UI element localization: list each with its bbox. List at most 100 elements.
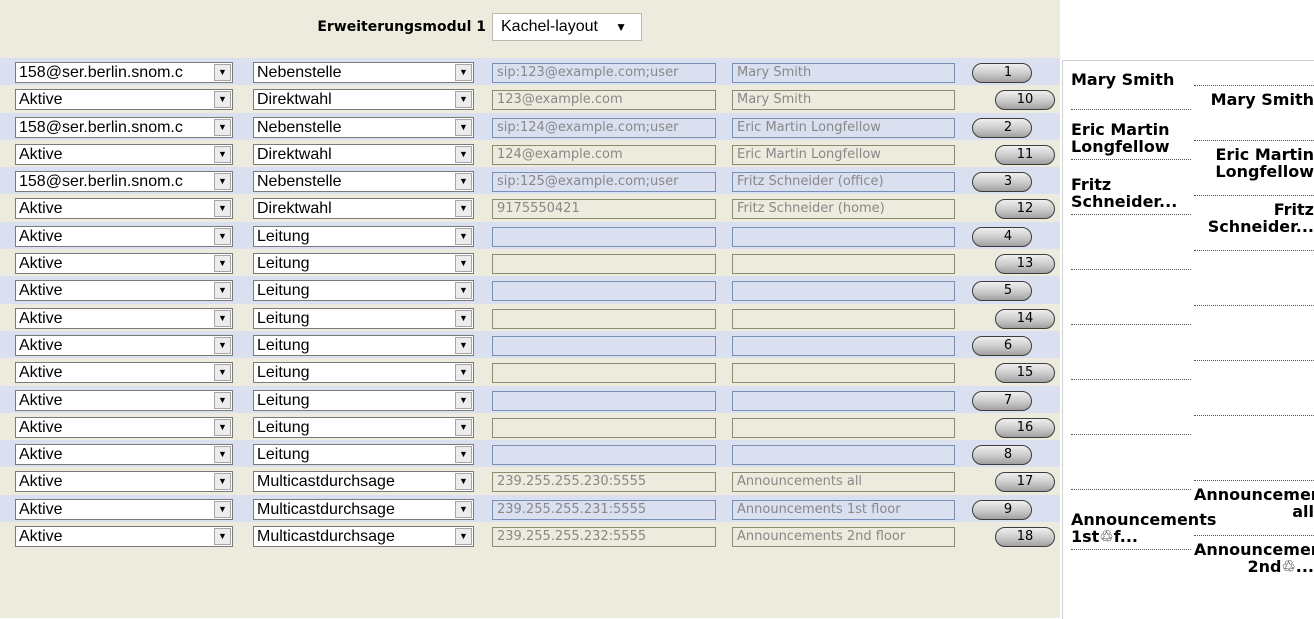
type-select[interactable]: Leitung ▼ xyxy=(253,280,474,302)
type-select-value: Nebenstelle xyxy=(257,64,342,81)
key-button[interactable]: 17 xyxy=(995,472,1055,493)
type-select[interactable]: Leitung ▼ xyxy=(253,307,474,329)
chevron-down-icon: ▼ xyxy=(214,336,231,354)
number-field[interactable]: sip:123@example.com;user xyxy=(492,63,716,83)
number-field[interactable] xyxy=(492,335,716,356)
number-field[interactable]: 124@example.com xyxy=(492,144,716,165)
account-select[interactable]: Aktive ▼ xyxy=(15,307,233,329)
number-field[interactable] xyxy=(492,417,716,438)
type-select[interactable]: Leitung ▼ xyxy=(253,444,474,466)
number-field[interactable] xyxy=(492,390,716,411)
number-field[interactable] xyxy=(492,281,716,302)
label-field[interactable] xyxy=(732,308,955,329)
label-field[interactable]: Fritz Schneider (home) xyxy=(732,199,955,220)
label-field[interactable]: Mary Smith xyxy=(732,90,955,111)
account-select[interactable]: Aktive ▼ xyxy=(15,198,233,220)
account-select[interactable]: Aktive ▼ xyxy=(15,389,233,411)
key-button[interactable]: 7 xyxy=(972,390,1032,411)
key-button[interactable]: 5 xyxy=(972,281,1032,302)
layout-select[interactable]: Kachel-layout ▼ xyxy=(492,13,642,41)
account-select[interactable]: Aktive ▼ xyxy=(15,143,233,165)
key-button[interactable]: 8 xyxy=(972,445,1032,466)
type-select[interactable]: Direktwahl ▼ xyxy=(253,143,474,165)
label-field[interactable] xyxy=(732,363,955,384)
key-button[interactable]: 13 xyxy=(995,254,1055,275)
key-button[interactable]: 14 xyxy=(995,308,1055,329)
type-select[interactable]: Leitung ▼ xyxy=(253,362,474,384)
key-button[interactable]: 6 xyxy=(972,335,1032,356)
key-button[interactable]: 4 xyxy=(972,226,1032,247)
label-field[interactable] xyxy=(732,445,955,466)
number-field[interactable] xyxy=(492,308,716,329)
account-select[interactable]: 158@ser.berlin.snom.c ▼ xyxy=(15,62,233,83)
type-select[interactable]: Leitung ▼ xyxy=(253,389,474,411)
type-select[interactable]: Multicastdurchsage ▼ xyxy=(253,471,474,493)
label-field[interactable]: Announcements 2nd floor xyxy=(732,527,955,548)
label-field[interactable] xyxy=(732,254,955,275)
key-button[interactable]: 11 xyxy=(995,144,1055,165)
account-select[interactable]: Aktive ▼ xyxy=(15,416,233,438)
account-select[interactable]: Aktive ▼ xyxy=(15,362,233,384)
label-field[interactable] xyxy=(732,281,955,302)
number-field[interactable] xyxy=(492,254,716,275)
account-select[interactable]: Aktive ▼ xyxy=(15,471,233,493)
label-field[interactable]: Announcements all xyxy=(732,472,955,493)
key-button[interactable]: 3 xyxy=(972,172,1032,193)
number-field[interactable]: 239.255.255.232:5555 xyxy=(492,527,716,548)
account-select[interactable]: 158@ser.berlin.snom.c ▼ xyxy=(15,116,233,138)
type-select[interactable]: Leitung ▼ xyxy=(253,225,474,247)
type-select[interactable]: Direktwahl ▼ xyxy=(253,89,474,111)
key-button[interactable]: 10 xyxy=(995,90,1055,111)
label-field[interactable] xyxy=(732,226,955,247)
label-field[interactable] xyxy=(732,417,955,438)
account-select[interactable]: Aktive ▼ xyxy=(15,280,233,302)
account-select[interactable]: Aktive ▼ xyxy=(15,334,233,356)
number-field[interactable] xyxy=(492,445,716,466)
chevron-down-icon: ▼ xyxy=(214,91,231,109)
account-select[interactable]: Aktive ▼ xyxy=(15,526,233,548)
number-field[interactable]: 239.255.255.231:5555 xyxy=(492,499,716,520)
key-button[interactable]: 12 xyxy=(995,199,1055,220)
account-select[interactable]: Aktive ▼ xyxy=(15,225,233,247)
account-select[interactable]: 158@ser.berlin.snom.c ▼ xyxy=(15,171,233,193)
account-select[interactable]: Aktive ▼ xyxy=(15,444,233,466)
label-field[interactable]: Fritz Schneider (office) xyxy=(732,172,955,193)
key-button[interactable]: 16 xyxy=(995,417,1055,438)
chevron-down-icon: ▼ xyxy=(214,145,231,163)
label-field[interactable]: Eric Martin Longfellow xyxy=(732,144,955,165)
preview-cell-left: Eric Martin Longfellow xyxy=(1071,121,1191,160)
key-button[interactable]: 1 xyxy=(972,63,1032,83)
label-field[interactable] xyxy=(732,390,955,411)
chevron-down-icon: ▼ xyxy=(455,336,472,354)
label-field[interactable]: Mary Smith xyxy=(732,63,955,83)
number-field[interactable]: sip:124@example.com;user xyxy=(492,117,716,138)
type-select[interactable]: Multicastdurchsage ▼ xyxy=(253,526,474,548)
type-select[interactable]: Nebenstelle ▼ xyxy=(253,62,474,83)
number-field[interactable]: 9175550421 xyxy=(492,199,716,220)
type-select[interactable]: Multicastdurchsage ▼ xyxy=(253,498,474,520)
label-field[interactable]: Announcements 1st floor xyxy=(732,499,955,520)
type-select[interactable]: Leitung ▼ xyxy=(253,334,474,356)
key-button[interactable]: 9 xyxy=(972,499,1032,520)
number-field[interactable] xyxy=(492,363,716,384)
type-select[interactable]: Leitung ▼ xyxy=(253,253,474,275)
chevron-down-icon: ▼ xyxy=(455,500,472,518)
label-field[interactable] xyxy=(732,335,955,356)
account-select[interactable]: Aktive ▼ xyxy=(15,253,233,275)
key-button[interactable]: 18 xyxy=(995,527,1055,548)
key-row: Aktive ▼ Leitung ▼ 13 xyxy=(0,249,1060,277)
number-field[interactable] xyxy=(492,226,716,247)
account-select[interactable]: Aktive ▼ xyxy=(15,89,233,111)
number-field[interactable]: 123@example.com xyxy=(492,90,716,111)
type-select[interactable]: Nebenstelle ▼ xyxy=(253,116,474,138)
key-button[interactable]: 2 xyxy=(972,117,1032,138)
account-select[interactable]: Aktive ▼ xyxy=(15,498,233,520)
type-select[interactable]: Nebenstelle ▼ xyxy=(253,171,474,193)
type-select[interactable]: Direktwahl ▼ xyxy=(253,198,474,220)
number-field[interactable]: sip:125@example.com;user xyxy=(492,172,716,193)
key-button[interactable]: 15 xyxy=(995,363,1055,384)
label-field[interactable]: Eric Martin Longfellow xyxy=(732,117,955,138)
number-field[interactable]: 239.255.255.230:5555 xyxy=(492,472,716,493)
type-select[interactable]: Leitung ▼ xyxy=(253,416,474,438)
type-select-value: Nebenstelle xyxy=(257,118,342,136)
